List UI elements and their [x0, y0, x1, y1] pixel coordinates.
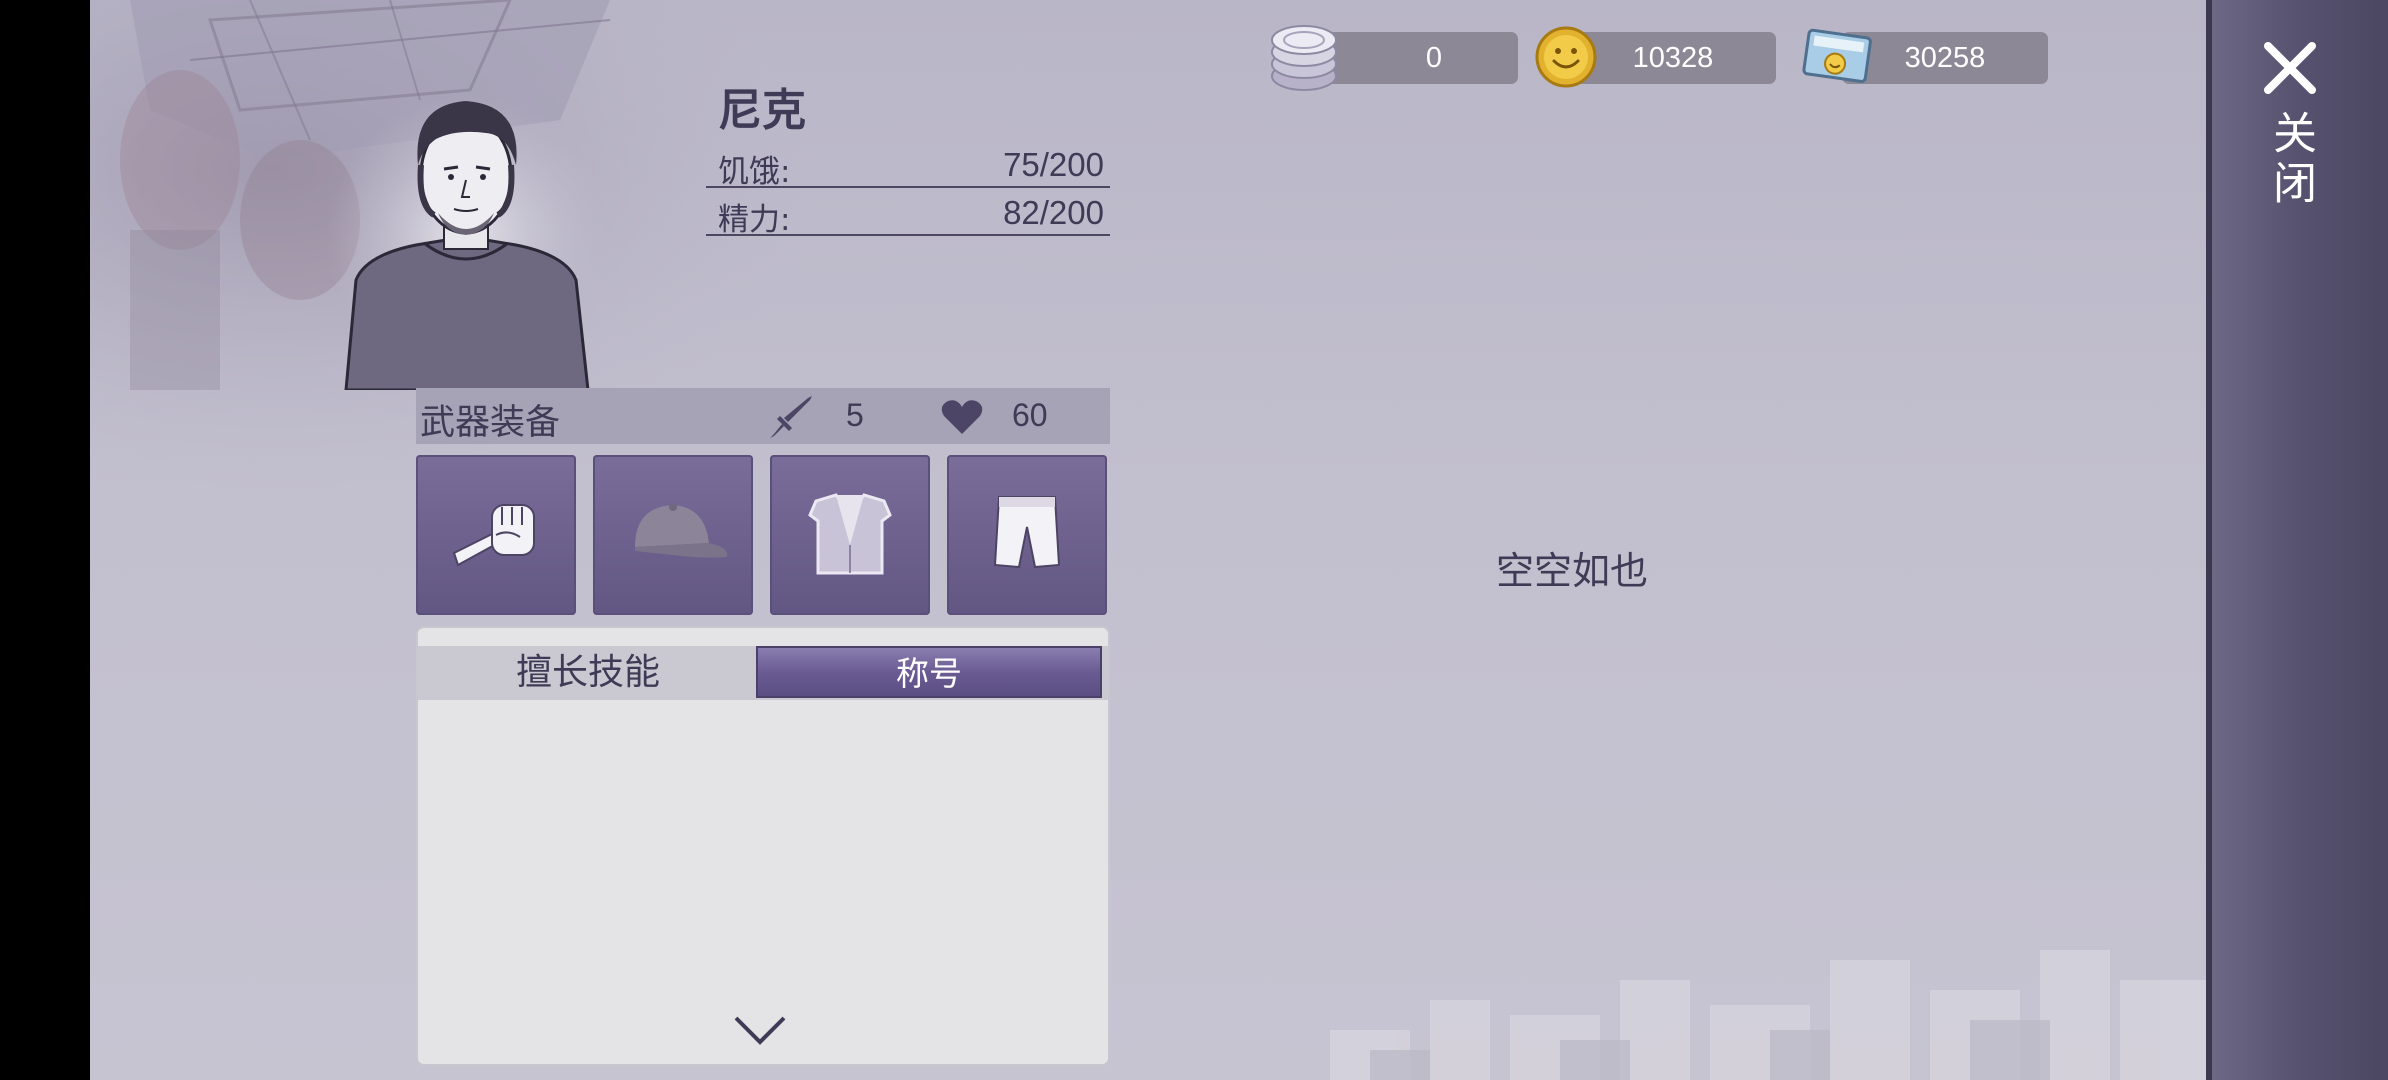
tab-skills[interactable]: 擅长技能: [418, 646, 758, 700]
character-name: 尼克: [718, 85, 806, 136]
gold-currency[interactable]: 10328: [1570, 32, 1776, 84]
vest-icon: [808, 493, 892, 575]
health-value: 60: [1012, 397, 1048, 433]
stat-hunger-label: 饥饿:: [718, 154, 791, 190]
sword-icon: [770, 396, 812, 438]
stat-energy: 精力: 82/200: [706, 190, 1110, 238]
skills-tabs: 擅长技能 称号: [418, 646, 1108, 700]
close-panel[interactable]: 关闭: [2206, 0, 2388, 1080]
heart-icon: [941, 400, 983, 434]
game-screen: 0 10328 30258 尼克 饥饿: 75/200 精力: 82/200 武…: [90, 0, 2210, 1080]
stat-hunger: 饥饿: 75/200: [706, 142, 1110, 190]
equipment-header: 武器装备 5 60: [416, 388, 1110, 444]
close-icon: [2264, 42, 2316, 94]
close-label: 关闭: [2265, 110, 2316, 210]
weapon-slot[interactable]: [416, 455, 576, 615]
stat-hunger-value: 75/200: [1003, 146, 1104, 183]
legs-slot[interactable]: [947, 455, 1107, 615]
skills-panel: 擅长技能 称号: [416, 626, 1110, 1066]
empty-state-text: 空空如也: [1496, 549, 1649, 593]
attack-value: 5: [846, 397, 864, 433]
equipment-title: 武器装备: [420, 403, 561, 443]
silver-coin-stack-icon: [1271, 25, 1337, 91]
panel-edge: [2206, 0, 2212, 1080]
background-ruins: [1330, 950, 2210, 1080]
fist-icon: [452, 504, 535, 567]
character-portrait: [326, 95, 606, 390]
shorts-icon: [993, 496, 1061, 569]
chevron-down-icon[interactable]: [732, 1012, 788, 1048]
gold-value: 10328: [1632, 42, 1714, 74]
body-slot[interactable]: [770, 455, 930, 615]
gold-smiley-coin-icon: [1535, 26, 1597, 88]
tab-titles[interactable]: 称号: [756, 646, 1102, 698]
head-slot[interactable]: [593, 455, 753, 615]
ticket-icon: [1802, 28, 1872, 83]
close-button[interactable]: 关闭: [2246, 28, 2350, 228]
stat-energy-label: 精力:: [718, 202, 791, 238]
cap-icon: [635, 503, 728, 558]
stat-energy-value: 82/200: [1003, 194, 1104, 231]
